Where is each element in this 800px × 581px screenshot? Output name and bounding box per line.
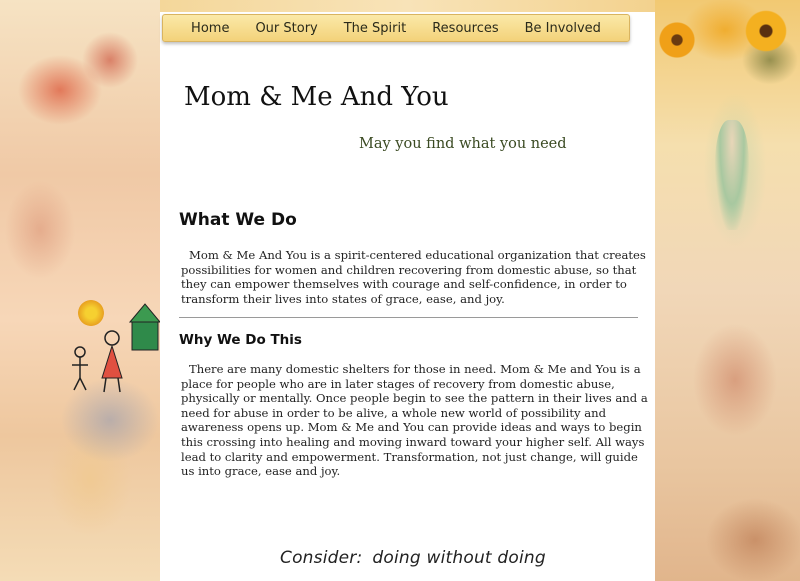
site-title: Mom & Me And You [184, 82, 449, 112]
main-navigation: Home Our Story The Spirit Resources Be I… [162, 14, 630, 42]
section-divider [179, 317, 638, 318]
quote-label: Consider: [280, 548, 363, 568]
nav-be-involved-link[interactable]: Be Involved [512, 21, 614, 36]
why-we-do-this-heading: Why We Do This [179, 332, 302, 348]
why-we-do-this-paragraph: There are many domestic shelters for tho… [181, 362, 648, 479]
sunflower-decoration [743, 8, 789, 54]
top-decorative-strip [160, 0, 655, 12]
what-we-do-paragraph: Mom & Me And You is a spirit-centered ed… [181, 248, 646, 306]
nav-home-link[interactable]: Home [178, 21, 242, 36]
site-tagline: May you find what you need [359, 136, 567, 152]
sunflower-decoration [657, 20, 697, 60]
footer-quote: Consider: doing without doing [280, 548, 546, 568]
nav-our-story-link[interactable]: Our Story [242, 21, 330, 36]
nav-the-spirit-link[interactable]: The Spirit [331, 21, 419, 36]
nav-resources-link[interactable]: Resources [419, 21, 511, 36]
stick-figure-drawing [72, 303, 160, 393]
content-panel: Home Our Story The Spirit Resources Be I… [160, 12, 655, 581]
angel-figure-decoration [715, 120, 749, 230]
right-decorative-artwork [655, 0, 800, 581]
left-decorative-artwork [0, 0, 160, 581]
what-we-do-heading: What We Do [179, 210, 297, 230]
quote-text: doing without doing [372, 548, 546, 568]
